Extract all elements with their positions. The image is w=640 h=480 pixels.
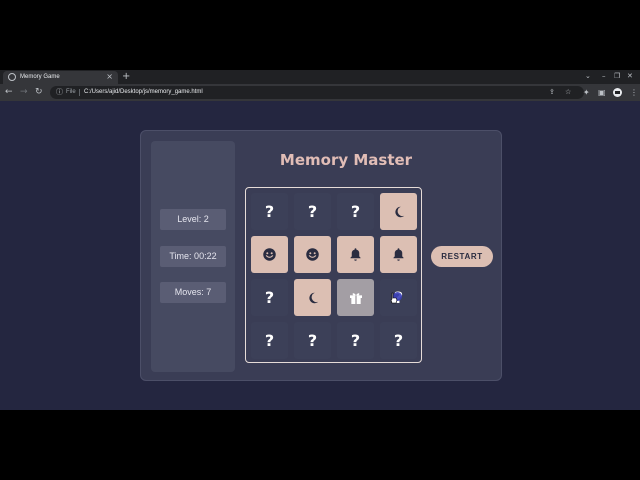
moves-stat: Moves: 7	[160, 282, 226, 303]
memory-card[interactable]	[380, 236, 417, 273]
new-tab-button[interactable]: +	[122, 70, 130, 83]
memory-card[interactable]: ?	[251, 322, 288, 359]
memory-card[interactable]	[251, 236, 288, 273]
info-icon[interactable]: ⓘ	[56, 87, 63, 98]
smiley-icon	[305, 247, 320, 262]
url-text[interactable]: C:/Users/ajid/Desktop/js/memory_game.htm…	[84, 87, 203, 98]
question-mark: ?	[307, 202, 318, 221]
bell-icon	[391, 247, 406, 262]
reload-icon[interactable]: ↻	[35, 86, 43, 99]
gift-icon	[348, 290, 364, 306]
tab-memory-game[interactable]: Memory Game ×	[3, 71, 118, 84]
restore-button[interactable]: ❐	[614, 71, 620, 82]
extensions-icon[interactable]: ✦	[583, 86, 590, 99]
question-mark: ?	[393, 331, 404, 350]
omnibox-divider	[79, 89, 80, 96]
game-title: Memory Master	[279, 151, 413, 169]
question-mark: ?	[264, 202, 275, 221]
memory-card[interactable]: ?	[294, 193, 331, 230]
back-icon[interactable]: ←	[5, 86, 13, 99]
stats-sidebar: Level: 2 Time: 00:22 Moves: 7	[151, 141, 235, 372]
memory-card[interactable]: ?	[251, 279, 288, 316]
scheme-label: File	[66, 89, 76, 95]
question-mark: ?	[350, 202, 361, 221]
page-content: Level: 2 Time: 00:22 Moves: 7 Memory Mas…	[0, 101, 640, 410]
game-container: Level: 2 Time: 00:22 Moves: 7 Memory Mas…	[140, 130, 502, 381]
browser-window: Memory Game × + ⌄ – ❐ ✕ ← → ↻ ⓘ File C:/…	[0, 70, 640, 410]
memory-card[interactable]	[337, 279, 374, 316]
bookmark-star-icon[interactable]: ☆	[565, 87, 571, 98]
forward-icon[interactable]: →	[20, 86, 28, 99]
side-panel-icon[interactable]: ▣	[598, 86, 606, 99]
memory-card[interactable]	[337, 236, 374, 273]
minimize-button[interactable]: –	[602, 71, 606, 82]
question-mark: ?	[350, 331, 361, 350]
memory-card[interactable]: ?	[294, 322, 331, 359]
tab-close-icon[interactable]: ×	[106, 71, 113, 83]
hand-cursor-icon	[390, 292, 398, 304]
browser-toolbar: ← → ↻ ⓘ File C:/Users/ajid/Desktop/js/me…	[0, 84, 640, 101]
question-mark: ?	[264, 288, 275, 307]
tab-strip: Memory Game × + ⌄ – ❐ ✕	[0, 70, 640, 84]
memory-card[interactable]: ?	[251, 193, 288, 230]
tab-title: Memory Game	[20, 74, 60, 80]
memory-card[interactable]: ?	[337, 193, 374, 230]
memory-card[interactable]	[294, 279, 331, 316]
share-icon[interactable]: ⇪	[549, 87, 555, 98]
profile-avatar[interactable]	[613, 88, 622, 97]
menu-kebab-icon[interactable]: ⋮	[630, 86, 638, 99]
restart-button[interactable]: RESTART	[431, 246, 493, 267]
question-mark: ?	[307, 331, 318, 350]
memory-card[interactable]	[294, 236, 331, 273]
memory-card[interactable]	[380, 193, 417, 230]
moon-icon	[392, 205, 406, 219]
card-grid: ?????????	[245, 187, 422, 363]
close-window-button[interactable]: ✕	[627, 71, 633, 82]
time-stat: Time: 00:22	[160, 246, 226, 267]
tab-search-icon[interactable]: ⌄	[585, 71, 591, 82]
globe-icon	[8, 73, 16, 81]
level-stat: Level: 2	[160, 209, 226, 230]
bell-icon	[348, 247, 363, 262]
address-bar[interactable]: ⓘ File C:/Users/ajid/Desktop/js/memory_g…	[50, 86, 584, 99]
question-mark: ?	[264, 331, 275, 350]
memory-card[interactable]: ?	[380, 322, 417, 359]
memory-card[interactable]: ?	[337, 322, 374, 359]
moon-icon	[306, 291, 320, 305]
smiley-icon	[262, 247, 277, 262]
